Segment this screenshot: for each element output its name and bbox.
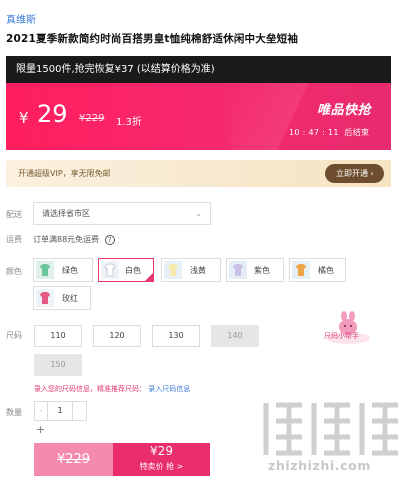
size-helper-link[interactable]: 尺码小帮手 — [324, 331, 359, 341]
color-option-purple[interactable]: 紫色 — [226, 258, 284, 282]
product-title: 2021夏季新款简约时尚百搭男皇t恤纯棉舒适休闲中大垒短袖 — [6, 33, 299, 45]
color-option-green[interactable]: 绿色 — [33, 258, 93, 282]
color-option-orange[interactable]: 橘色 — [289, 258, 346, 282]
vip-banner: 开通超级VIP，享无限免邮 立即开通 › — [6, 160, 391, 187]
vip-open-button[interactable]: 立即开通 › — [325, 164, 384, 183]
color-option-label: 紫色 — [254, 266, 270, 275]
quantity-decrease-button[interactable]: - — [35, 402, 48, 420]
original-price-text: ¥229 — [56, 452, 91, 467]
tshirt-thumbnail-icon — [292, 261, 310, 279]
watermark-logo-icon — [263, 402, 398, 456]
chevron-down-icon: ⌄ — [195, 209, 202, 218]
quantity-increase-button[interactable]: + — [36, 423, 45, 436]
quantity-label: 数量 — [6, 408, 22, 417]
size-option-130[interactable]: 130 — [152, 325, 200, 347]
discount-badge: 1.3折 — [116, 117, 142, 128]
color-label: 颜色 — [6, 267, 22, 276]
color-option-white[interactable]: 白色 — [98, 258, 154, 282]
size-label: 尺码 — [6, 331, 22, 340]
flash-buy-button[interactable]: ¥29 特卖价 抢 > — [113, 443, 210, 476]
delivery-label: 配送 — [6, 210, 22, 219]
shipping-info: 订单满88元免运费 ? — [33, 234, 115, 245]
buy-sale-price: ¥29 — [150, 444, 173, 458]
selected-check-icon — [144, 272, 154, 282]
tshirt-thumbnail-icon — [101, 261, 119, 279]
size-option-140: 140 — [211, 325, 259, 347]
color-option-label: 绿色 — [62, 266, 78, 275]
chevron-right-icon: › — [370, 169, 374, 178]
tshirt-thumbnail-icon — [229, 261, 247, 279]
countdown-hours: 10 — [289, 128, 300, 137]
color-option-light-yellow[interactable]: 浅黄 — [161, 258, 221, 282]
enter-size-link[interactable]: 录入尺码信息 — [148, 385, 190, 393]
flash-sale-price-panel: ¥ 29 ¥229 1.3折 唯品快抢 10 : 47 : 11 后结束 — [6, 83, 391, 150]
size-option-120[interactable]: 120 — [93, 325, 141, 347]
countdown-seconds: 11 — [327, 128, 339, 137]
shipping-label: 运费 — [6, 235, 22, 244]
countdown-suffix: 后结束 — [344, 128, 370, 137]
countdown-minutes: 47 — [308, 128, 320, 137]
color-option-rose-red[interactable]: 玫红 — [33, 286, 91, 310]
vip-open-label: 立即开通 — [336, 169, 368, 178]
size-option-150: 150 — [34, 354, 82, 376]
store-name[interactable]: 真维斯 — [6, 11, 36, 26]
region-select[interactable]: 请选择省市区 ⌄ — [33, 202, 211, 225]
color-option-label: 白色 — [125, 266, 141, 275]
tshirt-thumbnail-icon — [164, 261, 182, 279]
color-option-label: 橘色 — [318, 266, 334, 275]
sale-price: 29 — [37, 100, 68, 128]
quantity-input[interactable]: 1 — [49, 402, 71, 420]
original-price: ¥229 — [79, 113, 105, 124]
flash-sale-label: 唯品快抢 — [317, 103, 372, 118]
promo-limit-bar: 限量1500件,抢完恢复¥37 (以结算价格为准) — [6, 56, 391, 83]
quantity-stepper: - 1 — [34, 401, 87, 421]
currency-symbol: ¥ — [19, 109, 29, 127]
region-select-value: 请选择省市区 — [42, 209, 90, 218]
help-icon[interactable]: ? — [104, 234, 115, 245]
tshirt-thumbnail-icon — [36, 289, 54, 307]
stepper-divider — [72, 402, 73, 420]
color-option-label: 浅黄 — [190, 266, 206, 275]
size-note-text: 录入您的尺码信息，精准推荐尺码： — [34, 385, 146, 393]
original-price-button[interactable]: ¥229 — [34, 443, 113, 476]
buy-action-label: 特卖价 抢 > — [139, 462, 184, 471]
tshirt-thumbnail-icon — [36, 261, 54, 279]
vip-text: 开通超级VIP，享无限免邮 — [18, 169, 111, 178]
watermark-text: zhizhizhi.com — [268, 458, 371, 473]
shipping-text: 订单满88元免运费 — [33, 235, 100, 244]
color-option-label: 玫红 — [62, 294, 78, 303]
size-note: 录入您的尺码信息，精准推荐尺码： 录入尺码信息 — [34, 384, 190, 394]
size-option-110[interactable]: 110 — [34, 325, 82, 347]
countdown-timer: 10 : 47 : 11 后结束 — [289, 128, 370, 137]
